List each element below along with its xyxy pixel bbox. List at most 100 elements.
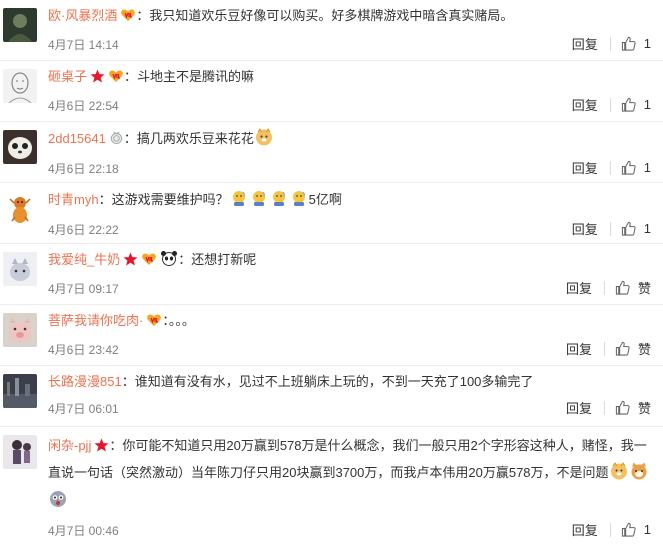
vip-heart-badge-icon[interactable] [120, 8, 136, 28]
vip-heart-badge-icon[interactable] [141, 252, 157, 272]
comment-content: 菩萨我请你吃肉·：。。。 4月6日 23:42 回复 赞 [48, 311, 651, 365]
star-badge-icon[interactable] [123, 252, 138, 272]
like-button[interactable]: 赞 [615, 278, 651, 297]
username-link[interactable]: 闲杂-pjj [48, 438, 91, 453]
username-link[interactable]: 我爱纯_牛奶 [48, 252, 120, 267]
username-link[interactable]: 长路漫漫851 [48, 374, 122, 389]
medal-badge-icon[interactable] [109, 130, 124, 151]
reply-button[interactable]: 回复 [566, 398, 592, 417]
username-link[interactable]: 时青myh [48, 192, 99, 207]
divider [609, 221, 611, 236]
comment-actions: 回复 1 [572, 34, 651, 53]
avatar[interactable] [3, 191, 37, 225]
comment-content: 长路漫漫851：谁知道有没有水，见过不上班躺床上玩的，不到一天充了100多输完了… [48, 372, 651, 426]
star-badge-icon[interactable] [94, 435, 109, 460]
comment-item: 菩萨我请你吃肉·：。。。 4月6日 23:42 回复 赞 [0, 305, 663, 366]
vip-heart-badge-icon[interactable] [146, 313, 162, 333]
like-button[interactable]: 1 [621, 160, 651, 175]
comment-time: 4月6日 23:42 [48, 343, 119, 357]
comment-content: 时青myh：这游戏需要维护吗？ 5亿啊 4月6日 22:22 回复 1 [48, 189, 651, 243]
divider [603, 280, 605, 295]
comment-item: 2dd15641 ：搞几两欢乐豆来花花 4月6日 22:18 回复 1 [0, 122, 663, 183]
avatar[interactable] [3, 130, 37, 164]
like-count: 1 [643, 97, 651, 112]
comment-time: 4月6日 22:22 [48, 223, 119, 237]
sweat-emoji-icon [250, 189, 268, 213]
comment-time: 4月7日 14:14 [48, 38, 119, 52]
comment-text-line: 时青myh：这游戏需要维护吗？ 5亿啊 [48, 189, 651, 213]
username-link[interactable]: 2dd15641 [48, 131, 106, 146]
sweat-emoji-icon [230, 189, 248, 213]
comment-item: 砸桌子 ：斗地主不是腾讯的嘛 4月6日 22:54 回复 1 [0, 61, 663, 122]
thumbs-up-icon [615, 280, 630, 295]
comment-actions: 回复 1 [572, 158, 651, 177]
comment-body: 你可能不知道只用20万赢到578万是什么概念，我们一般只用2个字形容这种人，赌怪… [48, 438, 647, 480]
comment-item: 时青myh：这游戏需要维护吗？ 5亿啊 4月6日 22:22 回复 1 [0, 183, 663, 244]
comment-item: 欧·风暴烈酒 ：我只知道欢乐豆好像可以购买。好多棋牌游戏中暗含真实赌局。 4月7日… [0, 0, 663, 61]
comment-content: 砸桌子 ：斗地主不是腾讯的嘛 4月6日 22:54 回复 1 [48, 67, 651, 121]
like-button[interactable]: 1 [621, 522, 651, 537]
avatar[interactable] [3, 435, 37, 469]
comment-body-suffix: 5亿啊 [308, 192, 342, 207]
like-button[interactable]: 1 [621, 36, 651, 51]
username-link[interactable]: 欧·风暴烈酒 [48, 8, 117, 23]
like-button[interactable]: 赞 [615, 339, 651, 358]
sweat-emoji-icon [270, 189, 288, 213]
comment-time: 4月6日 22:18 [48, 162, 119, 176]
avatar[interactable] [3, 374, 37, 408]
comment-text-line: 2dd15641 ：搞几两欢乐豆来花花 [48, 128, 651, 152]
divider [609, 522, 611, 537]
reply-button[interactable]: 回复 [572, 158, 598, 177]
comment-text-line: 我爱纯_牛奶 ：还想打新呢 [48, 250, 651, 272]
shocked-emoji-icon [49, 490, 67, 516]
colon: ： [109, 438, 123, 453]
reply-button[interactable]: 回复 [572, 219, 598, 238]
like-count: 1 [643, 221, 651, 236]
comment-time: 4月6日 22:54 [48, 99, 119, 113]
colon: ： [136, 8, 150, 23]
avatar[interactable] [3, 69, 37, 103]
thumbs-up-icon [621, 522, 636, 537]
comment-meta: 4月6日 22:22 回复 1 [48, 219, 651, 243]
thumbs-up-icon [615, 400, 630, 415]
divider [609, 97, 611, 112]
comment-actions: 回复 1 [572, 95, 651, 114]
username-link[interactable]: 砸桌子 [48, 69, 87, 84]
avatar[interactable] [3, 313, 37, 347]
comment-list: 欧·风暴烈酒 ：我只知道欢乐豆好像可以购买。好多棋牌游戏中暗含真实赌局。 4月7日… [0, 0, 663, 538]
comment-body: 谁知道有没有水，见过不上班躺床上玩的，不到一天充了100多输完了 [134, 374, 534, 389]
comment-body: 斗地主不是腾讯的嘛 [137, 69, 255, 84]
reply-button[interactable]: 回复 [572, 34, 598, 53]
comment-content: 欧·风暴烈酒 ：我只知道欢乐豆好像可以购买。好多棋牌游戏中暗含真实赌局。 4月7日… [48, 6, 651, 60]
like-count: 1 [643, 160, 651, 175]
comment-actions: 回复 赞 [566, 278, 651, 297]
divider [603, 341, 605, 356]
comment-text-line: 砸桌子 ：斗地主不是腾讯的嘛 [48, 67, 651, 89]
comment-body: 。。。 [168, 313, 195, 328]
like-button[interactable]: 赞 [615, 398, 651, 417]
thumbs-up-icon [621, 97, 636, 112]
like-button[interactable]: 1 [621, 97, 651, 112]
comment-meta: 4月6日 23:42 回复 赞 [48, 339, 651, 363]
colon: ： [121, 374, 135, 389]
comment-time: 4月7日 09:17 [48, 282, 119, 296]
reply-button[interactable]: 回复 [572, 95, 598, 114]
panda-badge-icon[interactable] [160, 250, 178, 272]
reply-button[interactable]: 回复 [572, 520, 598, 539]
cat-emoji-icon [630, 462, 648, 488]
like-count: 赞 [637, 401, 651, 416]
comment-time: 4月7日 06:01 [48, 402, 119, 416]
thumbs-up-icon [621, 36, 636, 51]
reply-button[interactable]: 回复 [566, 339, 592, 358]
star-badge-icon[interactable] [90, 69, 105, 89]
comment-actions: 回复 赞 [566, 398, 651, 417]
divider [609, 36, 611, 51]
comment-body: 我只知道欢乐豆好像可以购买。好多棋牌游戏中暗含真实赌局。 [149, 8, 514, 23]
avatar[interactable] [3, 252, 37, 286]
comment-text-line: 欧·风暴烈酒 ：我只知道欢乐豆好像可以购买。好多棋牌游戏中暗含真实赌局。 [48, 6, 651, 28]
username-link[interactable]: 菩萨我请你吃肉· [48, 313, 143, 328]
vip-heart-badge-icon[interactable] [108, 69, 124, 89]
avatar[interactable] [3, 8, 37, 42]
like-button[interactable]: 1 [621, 221, 651, 236]
reply-button[interactable]: 回复 [566, 278, 592, 297]
